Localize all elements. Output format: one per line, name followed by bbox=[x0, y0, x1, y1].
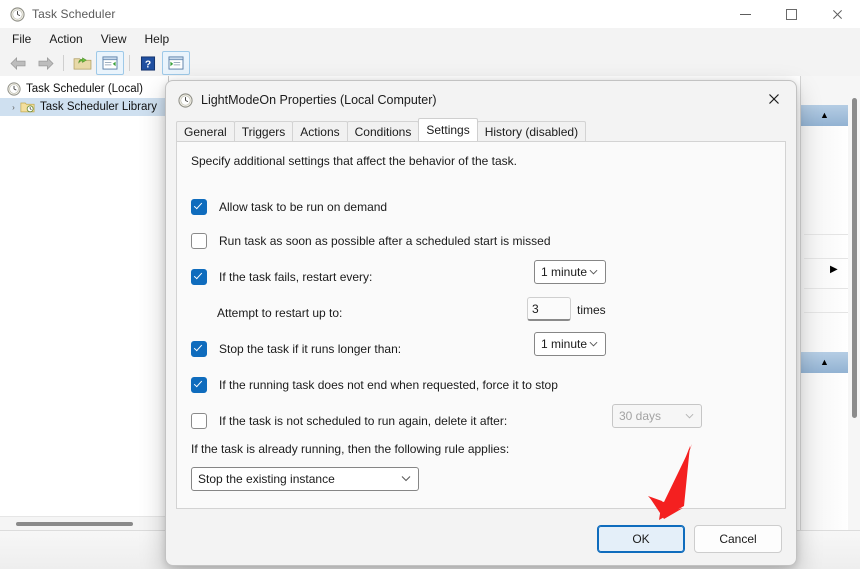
combo-already-running-rule[interactable]: Stop the existing instance bbox=[191, 467, 419, 491]
settings-tab-panel: Specify additional settings that affect … bbox=[176, 141, 786, 509]
chevron-right-icon[interactable]: › bbox=[7, 103, 20, 112]
chevron-down-icon bbox=[589, 267, 598, 277]
tree-horizontal-scrollbar[interactable] bbox=[0, 516, 167, 531]
setting-force-stop[interactable]: If the running task does not end when re… bbox=[191, 374, 771, 396]
toolbar-separator-2 bbox=[129, 55, 130, 71]
folder-clock-icon bbox=[20, 100, 35, 114]
checkbox-force-stop[interactable] bbox=[191, 377, 207, 393]
tab-triggers[interactable]: Triggers bbox=[233, 121, 294, 141]
settings-intro-text: Specify additional settings that affect … bbox=[191, 154, 517, 168]
tree-item-task-scheduler-library[interactable]: › Task Scheduler Library bbox=[0, 98, 168, 116]
tab-actions[interactable]: Actions bbox=[292, 121, 348, 141]
input-restart-attempts[interactable]: 3 bbox=[527, 297, 571, 321]
combo-value: 1 minute bbox=[541, 265, 588, 279]
show-action-pane-icon[interactable] bbox=[162, 51, 190, 75]
setting-label: If the task is not scheduled to run agai… bbox=[219, 414, 508, 428]
setting-stop-if-runs-longer[interactable]: Stop the task if it runs longer than: bbox=[191, 338, 771, 360]
chevron-down-icon bbox=[589, 339, 598, 349]
collapse-caret-icon: ▲ bbox=[820, 110, 829, 120]
setting-restart-attempts: Attempt to restart up to: bbox=[191, 302, 771, 324]
tree-item-label: Task Scheduler (Local) bbox=[26, 83, 143, 95]
chevron-down-icon bbox=[685, 411, 694, 421]
checkbox-delete-if-not-scheduled[interactable] bbox=[191, 413, 207, 429]
already-running-label: If the task is already running, then the… bbox=[191, 438, 771, 460]
menu-file[interactable]: File bbox=[3, 30, 40, 48]
task-scheduler-window: Task Scheduler File Action View Help ? T… bbox=[0, 0, 860, 569]
tree-item-label: Task Scheduler Library bbox=[40, 101, 157, 113]
setting-label: Stop the task if it runs longer than: bbox=[219, 342, 402, 356]
window-titlebar: Task Scheduler bbox=[0, 0, 860, 28]
tab-history[interactable]: History (disabled) bbox=[476, 121, 587, 141]
tab-conditions[interactable]: Conditions bbox=[346, 121, 420, 141]
submenu-arrow-icon[interactable]: ▶ bbox=[830, 265, 838, 275]
clock-icon bbox=[7, 82, 21, 96]
collapse-caret-icon: ▲ bbox=[820, 357, 829, 367]
dialog-close-button[interactable] bbox=[752, 81, 796, 117]
open-folder-icon[interactable] bbox=[69, 52, 95, 74]
setting-label: Run task as soon as possible after a sch… bbox=[219, 234, 551, 248]
ok-button[interactable]: OK bbox=[597, 525, 685, 553]
menu-help[interactable]: Help bbox=[136, 30, 179, 48]
help-icon[interactable]: ? bbox=[135, 52, 161, 74]
clock-icon bbox=[9, 6, 25, 22]
setting-allow-run-on-demand[interactable]: Allow task to be run on demand bbox=[191, 196, 771, 218]
window-title: Task Scheduler bbox=[32, 7, 116, 21]
actions-pane-section-body-1: ▶ bbox=[801, 126, 848, 352]
combo-value: 1 minute bbox=[541, 337, 588, 351]
dialog-footer: OK Cancel bbox=[166, 513, 796, 565]
window-controls bbox=[722, 0, 860, 28]
svg-text:?: ? bbox=[145, 59, 151, 70]
menu-action[interactable]: Action bbox=[40, 30, 91, 48]
setting-label: If the task is already running, then the… bbox=[191, 442, 510, 456]
tab-general[interactable]: General bbox=[176, 121, 235, 141]
forward-arrow-icon[interactable] bbox=[32, 52, 58, 74]
tree-item-task-scheduler-local[interactable]: Task Scheduler (Local) bbox=[0, 80, 168, 98]
combo-value: 30 days bbox=[619, 409, 662, 423]
restart-attempts-suffix: times bbox=[577, 303, 606, 317]
chevron-down-icon bbox=[401, 474, 411, 484]
checkbox-allow-run-on-demand[interactable] bbox=[191, 199, 207, 215]
checkbox-restart-on-failure[interactable] bbox=[191, 269, 207, 285]
actions-pane-section-header-1[interactable]: ▲ bbox=[801, 105, 848, 126]
minimize-button[interactable] bbox=[722, 0, 768, 28]
clock-icon bbox=[178, 92, 193, 108]
scrollbar-thumb[interactable] bbox=[16, 522, 133, 526]
close-button[interactable] bbox=[814, 0, 860, 28]
back-arrow-icon[interactable] bbox=[5, 52, 31, 74]
setting-label: Attempt to restart up to: bbox=[217, 306, 343, 320]
maximize-button[interactable] bbox=[768, 0, 814, 28]
console-tree-pane: Task Scheduler (Local) › Task Scheduler … bbox=[0, 76, 169, 531]
tab-settings[interactable]: Settings bbox=[418, 118, 478, 141]
combo-delete-after-duration: 30 days bbox=[612, 404, 702, 428]
setting-label: If the running task does not end when re… bbox=[219, 378, 558, 392]
checkbox-run-asap-after-missed[interactable] bbox=[191, 233, 207, 249]
actions-pane-section-body-2 bbox=[801, 373, 848, 531]
toolbar: ? bbox=[0, 50, 860, 77]
input-value: 3 bbox=[532, 301, 539, 316]
checkbox-stop-if-runs-longer[interactable] bbox=[191, 341, 207, 357]
dialog-tabstrip: General Triggers Actions Conditions Sett… bbox=[176, 118, 786, 141]
task-properties-dialog: LightModeOn Properties (Local Computer) … bbox=[165, 80, 797, 566]
actions-pane-section-header-2[interactable]: ▲ bbox=[801, 352, 848, 373]
setting-restart-on-failure[interactable]: If the task fails, restart every: bbox=[191, 266, 771, 288]
dialog-titlebar: LightModeOn Properties (Local Computer) bbox=[166, 81, 796, 119]
setting-label: Allow task to be run on demand bbox=[219, 200, 388, 214]
menu-view[interactable]: View bbox=[92, 30, 136, 48]
actions-pane: ▲ ▶ ▲ bbox=[800, 76, 860, 531]
show-list-pane-icon[interactable] bbox=[96, 51, 124, 75]
setting-label: If the task fails, restart every: bbox=[219, 270, 373, 284]
menu-bar: File Action View Help bbox=[0, 28, 860, 50]
combo-stop-duration[interactable]: 1 minute bbox=[534, 332, 606, 356]
actions-pane-scrollbar[interactable] bbox=[852, 98, 857, 418]
setting-run-asap-after-missed[interactable]: Run task as soon as possible after a sch… bbox=[191, 230, 771, 252]
toolbar-separator bbox=[63, 55, 64, 71]
cancel-button[interactable]: Cancel bbox=[694, 525, 782, 553]
combo-restart-interval[interactable]: 1 minute bbox=[534, 260, 606, 284]
combo-value: Stop the existing instance bbox=[198, 472, 335, 486]
dialog-title: LightModeOn Properties (Local Computer) bbox=[201, 93, 437, 107]
